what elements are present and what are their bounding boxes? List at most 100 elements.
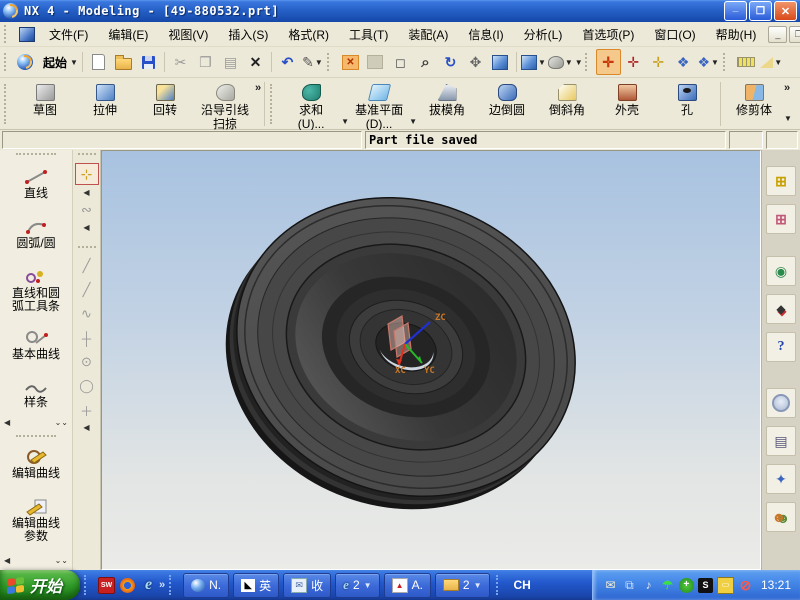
edit-curve-button[interactable]: 编辑曲线 <box>1 445 71 483</box>
menu-information[interactable]: 信息(I) <box>458 23 513 46</box>
tray-volume-icon[interactable] <box>641 578 656 593</box>
menu-format[interactable]: 格式(R) <box>278 23 339 46</box>
tray-s-icon[interactable] <box>697 577 713 593</box>
arc-center-button[interactable]: ⊙ <box>76 352 98 372</box>
start-menu-button[interactable]: 起始 ▼ <box>40 49 79 75</box>
toolbar-grip[interactable] <box>584 53 592 71</box>
toolbar-grip[interactable] <box>77 153 96 159</box>
taskbar-grip[interactable] <box>169 575 177 595</box>
menu-view[interactable]: 视图(V) <box>158 23 218 46</box>
spline-button[interactable]: 样条 <box>1 378 71 412</box>
sweep-tool-button[interactable]: ∾ <box>76 200 98 220</box>
mdi-minimize-button[interactable]: _ <box>768 25 788 43</box>
mid-point-button[interactable]: ╱ <box>76 280 98 300</box>
part-navigator-button[interactable] <box>766 204 796 234</box>
sketch-button[interactable]: 草图 <box>15 80 75 118</box>
menu-assemblies[interactable]: 装配(A) <box>398 23 458 46</box>
assembly-navigator-button[interactable] <box>766 166 796 196</box>
roles-button[interactable] <box>766 502 796 532</box>
taskbar-grip[interactable] <box>495 575 504 595</box>
menu-help[interactable]: 帮助(H) <box>706 23 767 46</box>
tray-window-icon[interactable] <box>716 576 734 594</box>
dropdown-icon[interactable]: ▼ <box>784 114 792 123</box>
language-indicator[interactable]: CH <box>508 578 537 592</box>
copy-button[interactable] <box>193 49 218 75</box>
web-browser-button[interactable] <box>766 256 796 286</box>
shaded-display-button[interactable]: ▼ <box>547 49 574 75</box>
line-arc-toolbar-button[interactable]: 直线和圆 弧工具条 <box>1 265 71 316</box>
tray-network-icon[interactable] <box>622 578 637 593</box>
toolbar-grip[interactable] <box>4 25 11 43</box>
minimize-button[interactable] <box>724 1 747 21</box>
delete-button[interactable] <box>243 49 268 75</box>
toolbar-chevron-icon[interactable]: » <box>784 82 790 94</box>
collapse-left-icon[interactable]: ◀ <box>83 188 89 197</box>
hole-button[interactable]: 孔 <box>657 80 717 118</box>
orient-view-button-2[interactable]: ▼ <box>696 49 721 75</box>
toolbar-grip[interactable] <box>16 153 56 159</box>
wcs-dynamics-button[interactable] <box>621 49 646 75</box>
toolbar-grip[interactable] <box>77 246 96 252</box>
toolbar-grip[interactable] <box>722 53 730 71</box>
collapse-left-icon[interactable]: ◀ <box>83 423 89 432</box>
task-button-ie-group[interactable]: e 2 ▼ <box>335 572 380 598</box>
new-file-button[interactable] <box>86 49 111 75</box>
tray-antivirus-icon[interactable] <box>678 577 694 593</box>
datum-plane-button[interactable]: 基准平面 (D)... <box>349 80 409 132</box>
trim-body-button[interactable]: 修剪体 <box>724 80 784 118</box>
toolbar-grip[interactable] <box>4 84 11 124</box>
intersection-point-button[interactable]: ┼ <box>76 328 98 348</box>
toolbar-grip[interactable] <box>4 53 11 71</box>
draft-button[interactable]: 拔模角 <box>417 80 477 118</box>
help-button[interactable] <box>766 332 796 362</box>
revolve-button[interactable]: 回转 <box>135 80 195 118</box>
measure-angle-button[interactable]: ▼ <box>759 49 784 75</box>
expand-more-icon[interactable]: ⌄⌄ <box>55 556 68 565</box>
document-window-icon[interactable] <box>19 26 35 42</box>
menu-tools[interactable]: 工具(T) <box>339 23 398 46</box>
paste-button[interactable] <box>218 49 243 75</box>
dropdown-icon[interactable]: ▼ <box>341 117 349 126</box>
maximize-button[interactable] <box>749 1 772 21</box>
fit-view-button[interactable] <box>338 49 363 75</box>
end-point-button[interactable]: ╱ <box>76 256 98 276</box>
task-button-nx[interactable]: N. <box>183 572 230 598</box>
save-button[interactable] <box>136 49 161 75</box>
rotate-view-button[interactable] <box>438 49 463 75</box>
dropdown-icon[interactable]: ▼ <box>409 117 417 126</box>
toolbar-overflow-icon[interactable]: ▼ <box>575 58 583 67</box>
information-button[interactable]: ▼ <box>300 49 325 75</box>
sweep-along-guide-button[interactable]: 沿导引线 扫掠 <box>195 80 255 132</box>
menu-edit[interactable]: 编辑(E) <box>98 23 158 46</box>
tray-umbrella-icon[interactable] <box>660 578 675 593</box>
wcs-display-button[interactable] <box>595 49 621 75</box>
menu-analysis[interactable]: 分析(L) <box>514 23 573 46</box>
menu-insert[interactable]: 插入(S) <box>218 23 278 46</box>
wcs-origin-button[interactable] <box>646 49 671 75</box>
zoom-window-button[interactable] <box>388 49 413 75</box>
close-button[interactable] <box>774 1 797 21</box>
zoom-button[interactable] <box>413 49 438 75</box>
taskbar-grip[interactable] <box>84 575 92 595</box>
collapse-left-icon[interactable]: ◀ <box>4 556 10 565</box>
nx-start-icon[interactable] <box>15 49 40 75</box>
quicklaunch-solidworks[interactable]: SW <box>96 574 117 596</box>
task-button-folder-group[interactable]: 2 ▼ <box>434 572 490 598</box>
collapse-left-icon[interactable]: ◀ <box>83 223 89 232</box>
undo-button[interactable] <box>275 49 300 75</box>
expand-more-icon[interactable]: ⌄⌄ <box>55 418 68 427</box>
quicklaunch-chevron-icon[interactable]: » <box>159 579 165 591</box>
menu-preferences[interactable]: 首选项(P) <box>572 23 644 46</box>
arc-circle-button[interactable]: 圆弧/圆 <box>1 215 71 253</box>
training-button[interactable] <box>766 294 796 324</box>
plus-point-button[interactable]: ＋ <box>76 400 98 420</box>
collapse-left-icon[interactable]: ◀ <box>4 418 10 427</box>
toolbar-chevron-icon[interactable]: » <box>255 82 261 94</box>
palettes-button[interactable] <box>766 426 796 456</box>
curve-point-button[interactable]: ∿ <box>76 304 98 324</box>
basic-curves-button[interactable]: 基本曲线 <box>1 326 71 364</box>
isometric-view-button[interactable]: ▼ <box>520 49 547 75</box>
menu-window[interactable]: 窗口(O) <box>644 23 705 46</box>
open-file-button[interactable] <box>111 49 136 75</box>
system-button[interactable] <box>766 464 796 494</box>
